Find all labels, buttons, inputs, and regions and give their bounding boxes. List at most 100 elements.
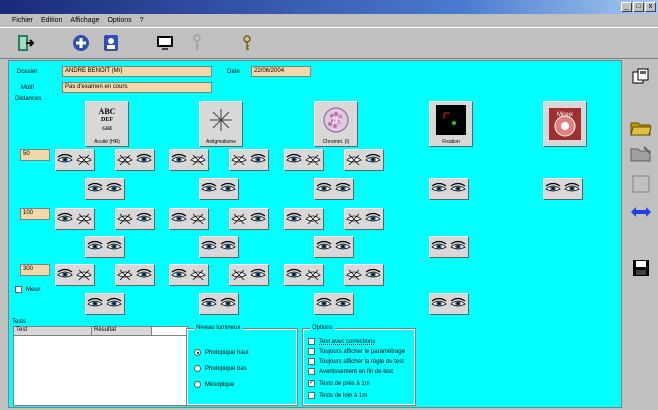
eye-test-button[interactable] (229, 149, 269, 171)
eye-test-button[interactable] (229, 264, 269, 286)
radio-dot[interactable] (194, 381, 201, 388)
eye-closed-right-icon (231, 268, 266, 281)
meux-checkbox[interactable]: Meux (15, 286, 41, 293)
both-eyes-button[interactable] (199, 293, 239, 315)
date-field[interactable]: 22/06/2004 (251, 66, 311, 77)
patient-file-icon[interactable] (100, 32, 122, 54)
eye-closed-left-icon (171, 212, 206, 225)
eye-closed-left-icon (171, 268, 206, 281)
fixation-tile[interactable]: Fixation (429, 101, 473, 147)
option-test-corrections[interactable]: Test avec corrections (308, 338, 375, 345)
meux-box[interactable] (15, 286, 22, 293)
col-resultat[interactable]: Résultat (92, 327, 152, 335)
menu-affichage[interactable]: Affichage (70, 17, 99, 24)
menu-help[interactable]: ? (140, 17, 144, 24)
motif-label: Motif (21, 85, 35, 91)
eye-test-button[interactable] (55, 149, 95, 171)
eye-test-button[interactable] (344, 208, 384, 230)
distance-300[interactable]: 300 (20, 264, 50, 276)
toolbar (0, 27, 658, 59)
menu-fichier[interactable]: Fichier (12, 17, 33, 24)
eye-test-button[interactable] (284, 208, 324, 230)
both-eyes-button[interactable] (429, 236, 469, 258)
eye-closed-left-icon (171, 153, 206, 166)
edit-gray-icon[interactable] (628, 142, 654, 166)
radio-dot[interactable] (194, 349, 201, 356)
eye-test-button[interactable] (344, 149, 384, 171)
open-folder-icon[interactable] (628, 116, 654, 140)
add-patient-icon[interactable] (70, 32, 92, 54)
eye-test-button[interactable] (229, 208, 269, 230)
dossier-field[interactable]: ANDRE BENOIT (Mr) (62, 66, 212, 77)
option-loin[interactable]: Tests de loin à 1m (308, 392, 367, 399)
eye-closed-left-icon (57, 153, 92, 166)
eye-test-button[interactable] (284, 149, 324, 171)
chromet-tile[interactable]: 10 Chromet. (I) (314, 101, 358, 147)
checkbox[interactable] (308, 348, 315, 355)
astigmatisme-tile[interactable]: Astigmatisme (199, 101, 243, 147)
checkbox[interactable] (308, 358, 315, 365)
eye-test-button[interactable] (55, 208, 95, 230)
checkbox[interactable] (308, 392, 315, 399)
both-eyes-button[interactable] (314, 236, 354, 258)
arrow-left-right-icon[interactable] (628, 200, 654, 224)
monitor-icon[interactable] (154, 32, 176, 54)
both-eyes-button[interactable] (85, 293, 125, 315)
radio-dot[interactable] (194, 365, 201, 372)
checkbox-checked[interactable]: ✓ (308, 380, 315, 387)
both-eyes-button[interactable] (85, 236, 125, 258)
maximize-button[interactable]: □ (633, 2, 644, 12)
eye-test-button[interactable] (55, 264, 95, 286)
option-label: Toujours afficher la règle du test (319, 358, 404, 365)
checkbox[interactable] (308, 368, 315, 375)
both-eyes-button[interactable] (199, 178, 239, 200)
eye-test-button[interactable] (115, 149, 155, 171)
eye-test-button[interactable] (169, 149, 209, 171)
close-button[interactable]: x (645, 2, 656, 12)
minimize-button[interactable]: _ (621, 2, 632, 12)
distance-50[interactable]: 50 (20, 149, 50, 161)
col-test[interactable]: Test (14, 327, 92, 335)
acuite-tile[interactable]: ABC DEF GHI Acuité (HR) (85, 101, 129, 147)
both-eyes-icon (201, 297, 236, 307)
both-eyes-button[interactable] (543, 178, 583, 200)
radio-mesopique[interactable]: Mésopique (194, 381, 234, 388)
both-eyes-button[interactable] (199, 236, 239, 258)
option-avertissement[interactable]: Avertissement en fin de test (308, 368, 393, 375)
tests-table[interactable]: Test Résultat (13, 326, 188, 406)
both-eyes-button[interactable] (429, 293, 469, 315)
checkbox[interactable] (308, 338, 315, 345)
mireix-tile[interactable]: Mireix (543, 101, 587, 147)
option-parametrage[interactable]: Toujours afficher le paramétrage (308, 348, 405, 355)
eye-test-button[interactable] (169, 208, 209, 230)
both-eyes-button[interactable] (429, 178, 469, 200)
blank-icon[interactable] (628, 172, 654, 196)
eye-test-button[interactable] (284, 264, 324, 286)
radio-photopique-bas[interactable]: Photopique bas (194, 365, 247, 372)
eye-closed-left-icon (57, 212, 92, 225)
distance-100[interactable]: 100 (20, 208, 50, 220)
both-eyes-button[interactable] (314, 178, 354, 200)
radio-photopique-haut[interactable]: Photopique haut (194, 349, 249, 356)
save-icon[interactable] (628, 256, 654, 280)
both-eyes-icon (316, 297, 351, 307)
option-regle[interactable]: Toujours afficher la règle du test (308, 358, 404, 365)
both-eyes-button[interactable] (314, 293, 354, 315)
both-eyes-icon (431, 297, 466, 307)
eye-test-button[interactable] (344, 264, 384, 286)
eye-test-button[interactable] (115, 264, 155, 286)
motif-field[interactable]: Pas d'examen en cours (62, 82, 212, 93)
both-eyes-button[interactable] (85, 178, 125, 200)
menu-options[interactable]: Options (107, 17, 131, 24)
both-eyes-icon (201, 182, 236, 192)
key-gray-icon[interactable] (186, 32, 208, 54)
tests-title: Tests (12, 319, 27, 325)
exit-icon[interactable] (14, 32, 36, 54)
option-pres[interactable]: ✓ Tests de près à 1m (308, 380, 370, 387)
menu-edition[interactable]: Edition (41, 17, 62, 24)
both-eyes-icon (316, 240, 351, 250)
key-icon[interactable] (236, 32, 258, 54)
eye-test-button[interactable] (115, 208, 155, 230)
eye-test-button[interactable] (169, 264, 209, 286)
copy-icon[interactable] (628, 64, 654, 88)
